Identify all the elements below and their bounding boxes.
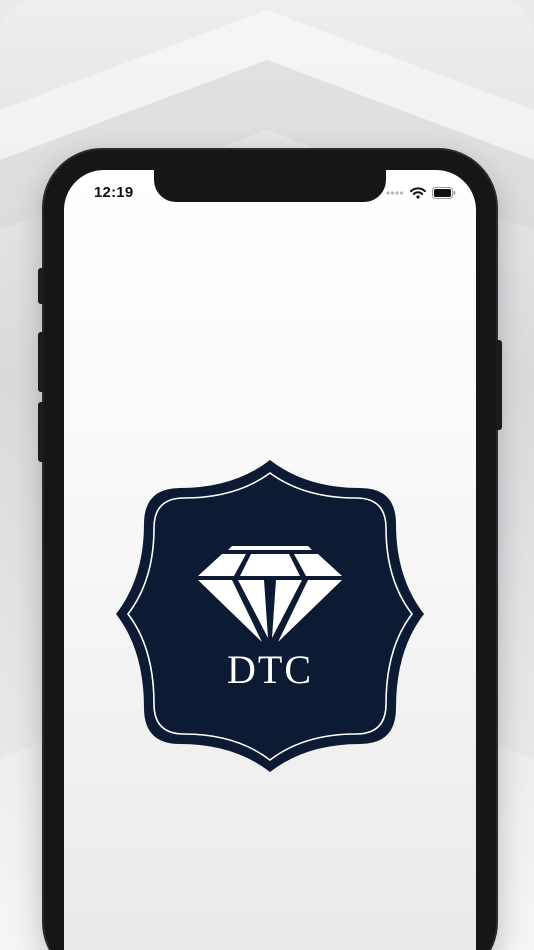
- mute-switch: [38, 268, 44, 304]
- signal-icon: [386, 191, 404, 195]
- power-button: [496, 340, 502, 430]
- status-icons: [386, 186, 456, 200]
- dtc-logo: DTC: [114, 458, 426, 774]
- notch: [154, 170, 386, 202]
- logo-text: DTC: [227, 647, 313, 692]
- volume-down-button: [38, 402, 44, 462]
- app-screen: 12:19 DTC: [64, 170, 476, 950]
- wifi-icon: [410, 187, 426, 199]
- volume-up-button: [38, 332, 44, 392]
- logo-badge: [116, 460, 424, 772]
- phone-mockup: 12:19 DTC: [38, 150, 502, 950]
- status-time: 12:19: [94, 184, 134, 201]
- battery-icon: [432, 187, 456, 199]
